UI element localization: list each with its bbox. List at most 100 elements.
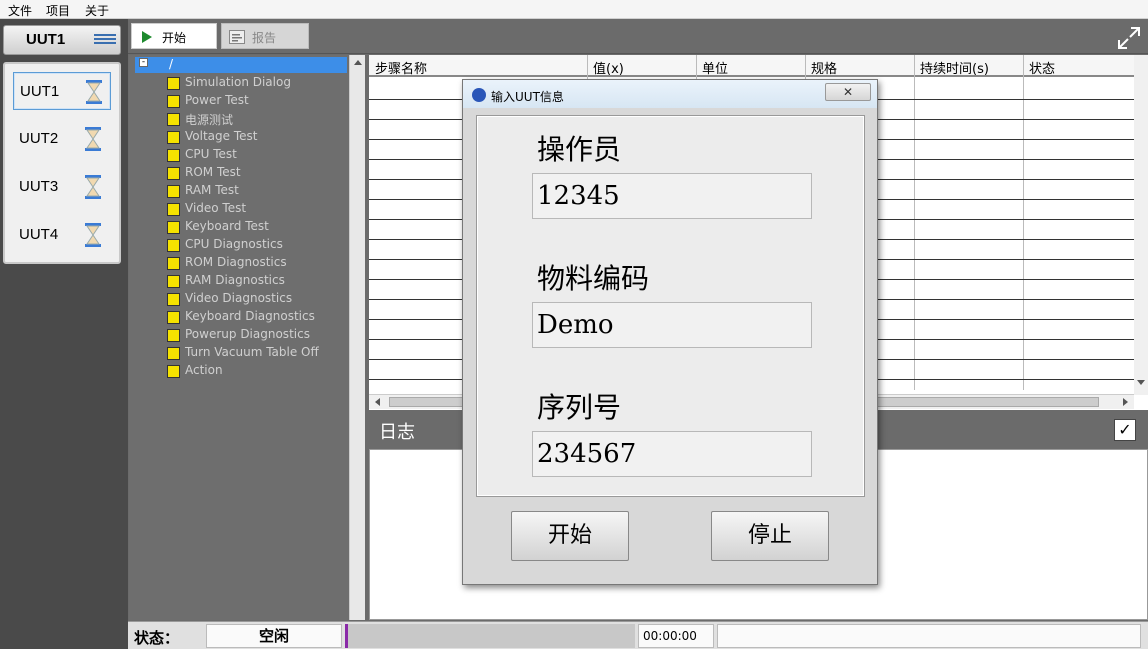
dialog-body: 操作员 12345 物料编码 Demo 序列号 234567 — [476, 115, 865, 497]
tree-root-label: / — [169, 57, 174, 71]
tree-item-label: CPU Diagnostics — [185, 237, 283, 251]
column-status[interactable]: 状态 — [1029, 58, 1055, 77]
tree-item-label: Video Diagnostics — [185, 291, 293, 305]
tree-item[interactable]: CPU Diagnostics — [167, 237, 347, 253]
step-icon — [167, 257, 180, 270]
tab-start[interactable]: 开始 — [131, 23, 217, 49]
uut-selector-label: UUT1 — [26, 31, 66, 48]
tree-item[interactable]: Video Diagnostics — [167, 291, 347, 307]
tree-item-label: Voltage Test — [185, 129, 258, 143]
log-toggle-checkbox[interactable]: ✓ — [1114, 419, 1136, 441]
scroll-down-icon[interactable] — [1134, 377, 1148, 389]
menu-project[interactable]: 项目 — [46, 2, 70, 19]
step-icon — [167, 77, 180, 90]
tree-item[interactable]: Keyboard Test — [167, 219, 347, 235]
hourglass-icon — [85, 223, 101, 247]
step-icon — [167, 365, 180, 378]
tree-item-label: ROM Test — [185, 165, 241, 179]
steps-vertical-scrollbar[interactable] — [1134, 55, 1148, 395]
uut-list: UUT1 UUT2 UUT3 UUT4 — [3, 62, 121, 264]
hourglass-icon — [86, 80, 102, 104]
tree-item[interactable]: ROM Diagnostics — [167, 255, 347, 271]
operator-input[interactable]: 12345 — [532, 173, 812, 219]
step-icon — [167, 113, 180, 126]
hourglass-icon — [85, 175, 101, 199]
tree-item[interactable]: Video Test — [167, 201, 347, 217]
stop-button[interactable]: 停止 — [711, 511, 829, 561]
tree-item[interactable]: 电源测试 — [167, 111, 347, 127]
menu-icon[interactable] — [94, 34, 116, 48]
scroll-right-icon[interactable] — [1119, 395, 1131, 409]
status-label: 状态： — [134, 629, 180, 647]
tree-item-label: RAM Diagnostics — [185, 273, 285, 287]
tree-item[interactable]: Simulation Dialog — [167, 75, 347, 91]
tree-item[interactable]: RAM Diagnostics — [167, 273, 347, 289]
tree-item-label: Video Test — [185, 201, 247, 215]
scroll-up-icon[interactable] — [350, 55, 366, 69]
tree-item[interactable]: Keyboard Diagnostics — [167, 309, 347, 325]
menu-about[interactable]: 关于 — [85, 2, 109, 19]
step-icon — [167, 347, 180, 360]
tree-item[interactable]: Power Test — [167, 93, 347, 109]
app-icon — [472, 88, 486, 102]
tree-item-label: Power Test — [185, 93, 249, 107]
tree-item[interactable]: Action — [167, 363, 347, 379]
uut-label: UUT2 — [19, 130, 59, 147]
tree-item-label: 电源测试 — [185, 113, 234, 127]
uut-info-dialog: 输入UUT信息 ✕ 操作员 12345 物料编码 Demo 序列号 234567… — [462, 79, 878, 585]
column-duration[interactable]: 持续时间(s) — [920, 58, 989, 77]
column-step-name[interactable]: 步骤名称 — [375, 58, 427, 77]
step-icon — [167, 239, 180, 252]
tree-item[interactable]: ROM Test — [167, 165, 347, 181]
elapsed-time: 00:00:00 — [638, 624, 714, 648]
tree-item-label: RAM Test — [185, 183, 239, 197]
step-icon — [167, 203, 180, 216]
collapse-icon[interactable]: - — [139, 58, 148, 67]
uut-selector[interactable]: UUT1 — [3, 25, 121, 55]
sequence-tree: - / Simulation Dialog Power Test 电源测试 Volta… — [129, 55, 365, 620]
tree-item[interactable]: Voltage Test — [167, 129, 347, 145]
dialog-titlebar[interactable]: 输入UUT信息 ✕ — [463, 80, 877, 108]
tree-item[interactable]: Turn Vacuum Table Off — [167, 345, 347, 361]
tree-item[interactable]: CPU Test — [167, 147, 347, 163]
column-value[interactable]: 值(x) — [593, 58, 624, 77]
start-button[interactable]: 开始 — [511, 511, 629, 561]
close-button[interactable]: ✕ — [825, 83, 871, 101]
step-icon — [167, 149, 180, 162]
column-unit[interactable]: 单位 — [702, 58, 728, 77]
tree-item-label: Powerup Diagnostics — [185, 327, 310, 341]
serial-number-label: 序列号 — [537, 391, 622, 424]
uut-item-3[interactable]: UUT3 — [13, 168, 111, 206]
tree-root[interactable]: - / — [135, 57, 347, 73]
status-value: 空闲 — [206, 624, 342, 648]
step-icon — [167, 185, 180, 198]
play-icon — [142, 31, 152, 43]
uut-item-1[interactable]: UUT1 — [13, 72, 111, 110]
step-icon — [167, 131, 180, 144]
menu-file[interactable]: 文件 — [8, 2, 32, 19]
step-icon — [167, 167, 180, 180]
tree-item[interactable]: RAM Test — [167, 183, 347, 199]
column-spec[interactable]: 规格 — [811, 58, 837, 77]
uut-label: UUT4 — [19, 226, 59, 243]
tree-item-label: Turn Vacuum Table Off — [185, 345, 319, 359]
uut-label: UUT1 — [20, 83, 60, 100]
tree-item-label: Simulation Dialog — [185, 75, 291, 89]
uut-item-2[interactable]: UUT2 — [13, 120, 111, 158]
uut-item-4[interactable]: UUT4 — [13, 216, 111, 254]
material-code-input[interactable]: Demo — [532, 302, 812, 348]
tree-scrollbar[interactable] — [349, 55, 365, 620]
step-icon — [167, 293, 180, 306]
tab-report[interactable]: 报告 — [221, 23, 309, 49]
expand-icon[interactable] — [1116, 25, 1142, 51]
tree-item[interactable]: Powerup Diagnostics — [167, 327, 347, 343]
scroll-left-icon[interactable] — [372, 395, 384, 409]
dialog-title: 输入UUT信息 — [491, 90, 564, 104]
step-icon — [167, 329, 180, 342]
tree-item-label: Action — [185, 363, 223, 377]
serial-number-input[interactable]: 234567 — [532, 431, 812, 477]
tab-start-label: 开始 — [162, 31, 187, 45]
hourglass-icon — [85, 127, 101, 151]
progress-bar — [345, 624, 635, 648]
log-title: 日志 — [379, 422, 415, 443]
